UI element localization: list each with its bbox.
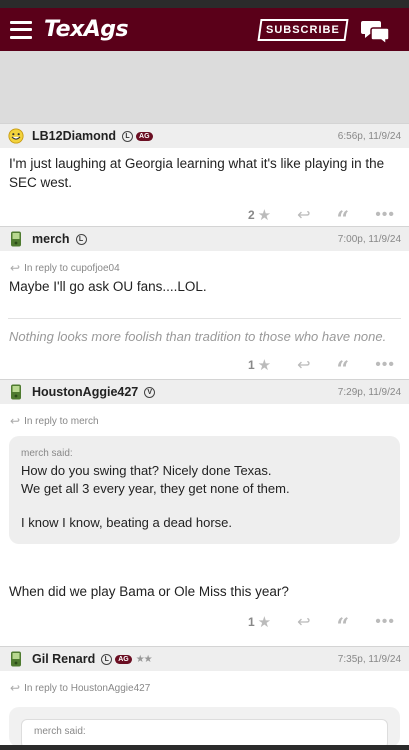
badge-ag: AG: [136, 131, 153, 141]
post-body: When did we play Bama or Ole Miss this y…: [9, 584, 289, 599]
navigation-bar: [0, 745, 409, 750]
star-icon[interactable]: ★: [258, 356, 271, 374]
phone-avatar-icon: [8, 384, 24, 400]
post-actions: 1 ★ ↩ “ •••: [0, 607, 409, 638]
phone-avatar-icon: [8, 651, 24, 667]
badge-ag: AG: [115, 654, 132, 664]
quote-line: We get all 3 every year, they get none o…: [21, 481, 290, 496]
star-icon[interactable]: ★: [258, 206, 271, 224]
reply-to-text: In reply to cupofjoe04: [24, 262, 120, 274]
phone-avatar-icon: [8, 231, 24, 247]
reply-to-link[interactable]: ↩ In reply to HoustonAggie427: [0, 671, 409, 695]
post-actions: 1 ★ ↩ “ •••: [0, 350, 409, 381]
more-dots-icon[interactable]: •••: [375, 356, 395, 374]
username[interactable]: merch: [32, 232, 70, 246]
reply-arrow-icon: ↩: [10, 261, 21, 275]
rating-stars: ★★: [135, 653, 153, 665]
post-header: Gil Renard L AG ★★ 7:35p, 11/9/24: [0, 647, 409, 671]
reply-to-link[interactable]: ↩ In reply to merch: [0, 404, 409, 428]
quoted-message: merch said: How do you swing that? Nicel…: [9, 436, 400, 544]
reply-arrow-icon: ↩: [10, 414, 21, 428]
more-dots-icon[interactable]: •••: [375, 613, 395, 631]
post-timestamp[interactable]: 7:35p, 11/9/24: [338, 654, 401, 665]
reply-arrow-icon[interactable]: ↩: [297, 612, 310, 632]
like-count: 1: [247, 615, 255, 629]
reply-to-text: In reply to HoustonAggie427: [24, 682, 151, 694]
badge-l: L: [101, 653, 113, 665]
quote-icon[interactable]: “: [337, 355, 350, 381]
star-icon[interactable]: ★: [258, 613, 271, 631]
forum-post: LB12Diamond L AG 6:56p, 11/9/24 I'm just…: [0, 123, 409, 231]
subscribe-button[interactable]: SUBSCRIBE: [257, 19, 349, 41]
post-body: I'm just laughing at Georgia learning wh…: [9, 156, 385, 190]
like-count: 2: [247, 208, 255, 222]
post-body: Maybe I'll go ask OU fans....LOL.: [9, 279, 207, 294]
quote-line: I know I know, beating a dead horse.: [21, 515, 233, 530]
more-dots-icon[interactable]: •••: [375, 206, 395, 224]
quote-line: How do you swing that? Nicely done Texas…: [21, 463, 272, 478]
username[interactable]: HoustonAggie427: [32, 385, 138, 399]
status-bar: [0, 0, 409, 8]
post-timestamp[interactable]: 7:00p, 11/9/24: [338, 234, 401, 245]
ad-placeholder: [0, 51, 409, 123]
badge-l: L: [122, 130, 134, 142]
reply-to-text: In reply to merch: [24, 415, 99, 427]
chat-bubbles-icon[interactable]: [361, 18, 391, 44]
quote-author: merch said:: [34, 726, 86, 737]
post-timestamp[interactable]: 7:29p, 11/9/24: [338, 387, 401, 398]
like-count: 1: [247, 358, 255, 372]
hamburger-icon[interactable]: [10, 20, 32, 39]
post-header: merch L 7:00p, 11/9/24: [0, 227, 409, 251]
post-header: LB12Diamond L AG 6:56p, 11/9/24: [0, 124, 409, 148]
forum-post: Gil Renard L AG ★★ 7:35p, 11/9/24 ↩ In r…: [0, 646, 409, 750]
quoted-message: merch said:: [9, 707, 400, 749]
reply-to-link[interactable]: ↩ In reply to cupofjoe04: [0, 251, 409, 275]
reply-arrow-icon: ↩: [10, 681, 21, 695]
post-timestamp[interactable]: 6:56p, 11/9/24: [338, 131, 401, 142]
post-header: HoustonAggie427 V 7:29p, 11/9/24: [0, 380, 409, 404]
badge-v: V: [144, 386, 156, 398]
reply-arrow-icon[interactable]: ↩: [297, 205, 310, 225]
quote-icon[interactable]: “: [337, 612, 350, 638]
quote-author: merch said:: [21, 448, 73, 459]
site-header: TexAgs SUBSCRIBE: [0, 8, 409, 51]
forum-post: HoustonAggie427 V 7:29p, 11/9/24 ↩ In re…: [0, 379, 409, 646]
username[interactable]: Gil Renard: [32, 652, 95, 666]
post-signature: Nothing looks more foolish than traditio…: [8, 318, 401, 344]
reply-arrow-icon[interactable]: ↩: [297, 355, 310, 375]
smiley-avatar-icon: [8, 128, 24, 144]
username[interactable]: LB12Diamond: [32, 129, 116, 143]
site-logo[interactable]: TexAgs: [44, 17, 129, 42]
badge-l: L: [75, 233, 87, 245]
forum-post: merch L 7:00p, 11/9/24 ↩ In reply to cup…: [0, 226, 409, 381]
quote-icon[interactable]: “: [337, 205, 350, 231]
